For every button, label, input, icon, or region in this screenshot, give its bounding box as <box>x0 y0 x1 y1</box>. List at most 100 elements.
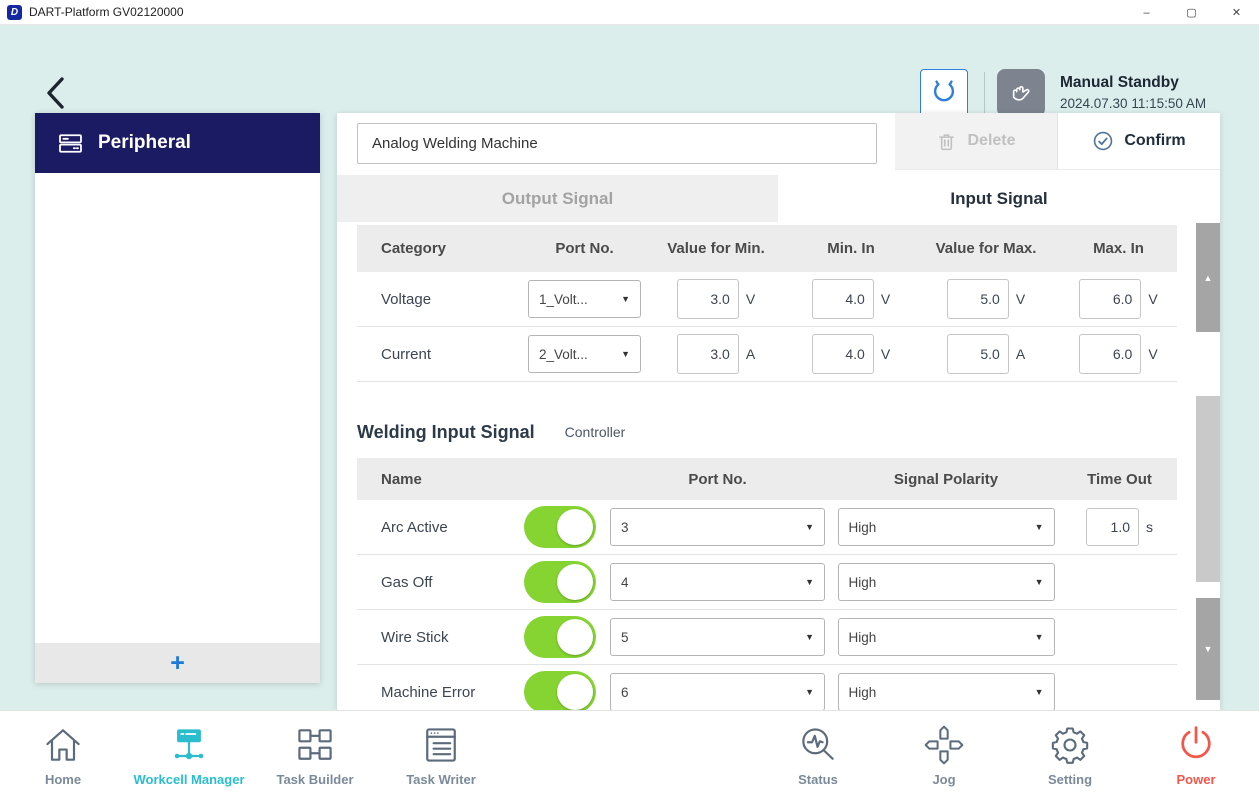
robot-gripper-button[interactable] <box>920 69 968 117</box>
arc-active-timeout-input[interactable] <box>1086 508 1139 546</box>
unit-label: V <box>1016 291 1025 307</box>
unit-label: s <box>1146 519 1153 535</box>
current-value-min-input[interactable] <box>677 334 739 374</box>
col-signal-polarity: Signal Polarity <box>830 471 1062 488</box>
close-button[interactable]: ✕ <box>1214 0 1259 25</box>
col-port-no: Port No. <box>527 240 642 257</box>
power-icon <box>1174 723 1218 767</box>
chevron-down-icon: ▼ <box>805 577 814 587</box>
task-builder-icon <box>293 723 337 767</box>
manual-mode-button[interactable] <box>997 69 1045 117</box>
title-bar: D DART-Platform GV02120000 – ▢ ✕ <box>0 0 1259 25</box>
nav-item-task-builder[interactable]: Task Builder <box>252 711 378 803</box>
nav-item-workcell-manager[interactable]: Workcell Manager <box>126 711 252 803</box>
arc-active-toggle[interactable] <box>524 506 596 548</box>
arc-active-port-select[interactable]: 3 ▼ <box>610 508 825 546</box>
welding-section-header: Welding Input Signal Controller <box>357 412 1220 452</box>
maximize-button[interactable]: ▢ <box>1169 0 1214 25</box>
chevron-left-icon <box>42 75 68 111</box>
nav-item-power[interactable]: Power <box>1133 711 1259 803</box>
col-time-out: Time Out <box>1062 471 1177 488</box>
chevron-down-icon: ▼ <box>1035 577 1044 587</box>
server-icon <box>57 130 84 157</box>
current-min-in-input[interactable] <box>812 334 874 374</box>
chevron-down-icon: ▼ <box>621 349 630 359</box>
gear-icon <box>1048 723 1092 767</box>
analog-table-header: Category Port No. Value for Min. Min. In… <box>357 225 1177 272</box>
scrollbar-thumb[interactable] <box>1196 396 1220 582</box>
row-label: Gas Off <box>357 574 515 591</box>
analog-signal-table: Category Port No. Value for Min. Min. In… <box>357 225 1177 382</box>
current-value-max-input[interactable] <box>947 334 1009 374</box>
nav-item-home[interactable]: Home <box>0 711 126 803</box>
signal-tabs: Output Signal Input Signal <box>337 175 1220 222</box>
scroll-up-button[interactable]: ▲ <box>1196 223 1220 332</box>
peripheral-sidebar: Peripheral + <box>35 113 320 683</box>
row-label: Voltage <box>357 291 527 308</box>
main-panel: Delete Confirm Output Signal Input Signa… <box>337 113 1220 710</box>
section-title: Welding Input Signal <box>357 422 535 443</box>
col-max-in: Max. In <box>1060 240 1177 257</box>
unit-label: V <box>1148 291 1157 307</box>
header-band: Manual Standby 2024.07.30 11:15:50 AM <box>0 25 1259 110</box>
chevron-down-icon: ▼ <box>621 294 630 304</box>
confirm-button[interactable]: Confirm <box>1057 113 1220 170</box>
machine-error-toggle[interactable] <box>524 671 596 710</box>
plus-icon: + <box>170 649 185 678</box>
tab-output-signal[interactable]: Output Signal <box>337 175 778 222</box>
robot-gripper-icon <box>927 76 961 110</box>
robot-status: Manual Standby 2024.07.30 11:15:50 AM <box>1060 72 1206 114</box>
welding-table-header: Name Port No. Signal Polarity Time Out <box>357 458 1177 500</box>
voltage-value-max-input[interactable] <box>947 279 1009 319</box>
delete-button[interactable]: Delete <box>895 113 1057 170</box>
sidebar-item-peripheral[interactable]: Peripheral <box>35 113 320 173</box>
nav-item-jog[interactable]: Jog <box>881 711 1007 803</box>
gas-off-polarity-select[interactable]: High ▼ <box>838 563 1055 601</box>
current-port-select[interactable]: 2_Volt... ▼ <box>528 335 641 373</box>
chevron-down-icon: ▼ <box>805 522 814 532</box>
chevron-down-icon: ▼ <box>1035 687 1044 697</box>
col-port-no: Port No. <box>605 471 830 488</box>
arc-active-polarity-select[interactable]: High ▼ <box>838 508 1055 546</box>
voltage-min-in-input[interactable] <box>812 279 874 319</box>
bottom-navigation: Home Workcell Manager <box>0 710 1259 803</box>
nav-item-setting[interactable]: Setting <box>1007 711 1133 803</box>
chevron-down-icon: ▼ <box>805 632 814 642</box>
back-button[interactable] <box>38 73 72 113</box>
wire-stick-toggle[interactable] <box>524 616 596 658</box>
scroll-down-button[interactable]: ▼ <box>1196 598 1220 700</box>
table-row-voltage: Voltage 1_Volt... ▼ V V V V <box>357 272 1177 327</box>
voltage-max-in-input[interactable] <box>1079 279 1141 319</box>
row-label: Current <box>357 346 527 363</box>
machine-name-input[interactable] <box>357 123 877 164</box>
minimize-button[interactable]: – <box>1124 0 1169 25</box>
nav-item-status[interactable]: Status <box>755 711 881 803</box>
gas-off-toggle[interactable] <box>524 561 596 603</box>
nav-item-task-writer[interactable]: Task Writer <box>378 711 504 803</box>
home-icon <box>41 723 85 767</box>
voltage-port-select[interactable]: 1_Volt... ▼ <box>528 280 641 318</box>
voltage-value-min-input[interactable] <box>677 279 739 319</box>
delete-label: Delete <box>967 132 1015 150</box>
nav-group-right: Status Jog Setting <box>755 711 1259 803</box>
row-label: Machine Error <box>357 684 515 701</box>
section-subtitle: Controller <box>565 424 626 440</box>
machine-error-polarity-select[interactable]: High ▼ <box>838 673 1055 710</box>
toggle-knob <box>557 509 593 545</box>
wire-stick-polarity-select[interactable]: High ▼ <box>838 618 1055 656</box>
wire-stick-port-select[interactable]: 5 ▼ <box>610 618 825 656</box>
chevron-down-icon: ▼ <box>1035 522 1044 532</box>
header-divider <box>984 72 985 114</box>
triangle-down-icon: ▼ <box>1204 644 1213 654</box>
vertical-scrollbar: ▲ ▼ <box>1196 223 1220 710</box>
status-mode: Manual Standby <box>1060 72 1206 94</box>
tab-input-signal[interactable]: Input Signal <box>778 175 1220 222</box>
app-logo-icon: D <box>7 5 22 20</box>
machine-error-port-select[interactable]: 6 ▼ <box>610 673 825 710</box>
gas-off-port-select[interactable]: 4 ▼ <box>610 563 825 601</box>
welding-signal-table: Name Port No. Signal Polarity Time Out A… <box>357 458 1177 710</box>
current-max-in-input[interactable] <box>1079 334 1141 374</box>
unit-label: V <box>881 346 890 362</box>
add-peripheral-button[interactable]: + <box>35 643 320 683</box>
toggle-knob <box>557 564 593 600</box>
